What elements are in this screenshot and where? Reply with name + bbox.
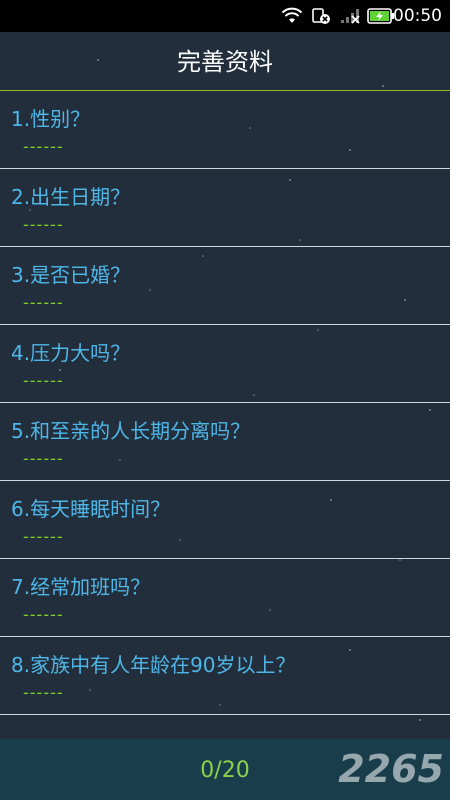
question-answer: ------	[23, 527, 64, 546]
question-item-separation[interactable]: 5.和至亲的人长期分离吗？ ------	[0, 403, 450, 481]
question-label: 8.家族中有人年龄在90岁以上？	[11, 653, 296, 677]
question-label: 6.每天睡眠时间？	[11, 497, 171, 521]
question-answer: ------	[23, 371, 64, 390]
signal-off-icon	[341, 9, 360, 24]
question-label: 1.性别？	[11, 107, 91, 131]
question-answer: ------	[23, 293, 64, 312]
question-label: 4.压力大吗？	[11, 341, 131, 365]
question-label: 7.经常加班吗？	[11, 575, 151, 599]
battery-charging-icon	[367, 8, 394, 24]
question-item-longevity[interactable]: 8.家族中有人年龄在90岁以上？ ------	[0, 637, 450, 715]
title-bar: 完善资料	[0, 32, 450, 91]
watermark-brand: 2265	[338, 747, 444, 791]
question-item-stress[interactable]: 4.压力大吗？ ------	[0, 325, 450, 403]
question-item-sleep[interactable]: 6.每天睡眠时间？ ------	[0, 481, 450, 559]
question-answer: ------	[23, 215, 64, 234]
question-label: 3.是否已婚？	[11, 263, 131, 287]
question-answer: ------	[23, 137, 64, 156]
question-item-overtime[interactable]: 7.经常加班吗？ ------	[0, 559, 450, 637]
page-title: 完善资料	[177, 48, 273, 76]
question-item-married[interactable]: 3.是否已婚？ ------	[0, 247, 450, 325]
question-label: 2.出生日期？	[11, 185, 131, 209]
progress-footer: 0/20 2265	[0, 739, 450, 800]
question-item-birthdate[interactable]: 2.出生日期？ ------	[0, 169, 450, 247]
question-label: 5.和至亲的人长期分离吗？	[11, 419, 251, 443]
question-answer: ------	[23, 449, 64, 468]
status-bar: 00:50	[0, 0, 450, 32]
question-answer: ------	[23, 683, 64, 702]
question-answer: ------	[23, 605, 64, 624]
data-off-icon	[312, 8, 330, 24]
question-list[interactable]: 1.性别？ ------ 2.出生日期？ ------ 3.是否已婚？ ----…	[0, 91, 450, 715]
wifi-icon	[281, 7, 303, 23]
clock: 00:50	[393, 6, 442, 26]
question-item-gender[interactable]: 1.性别？ ------	[0, 91, 450, 169]
